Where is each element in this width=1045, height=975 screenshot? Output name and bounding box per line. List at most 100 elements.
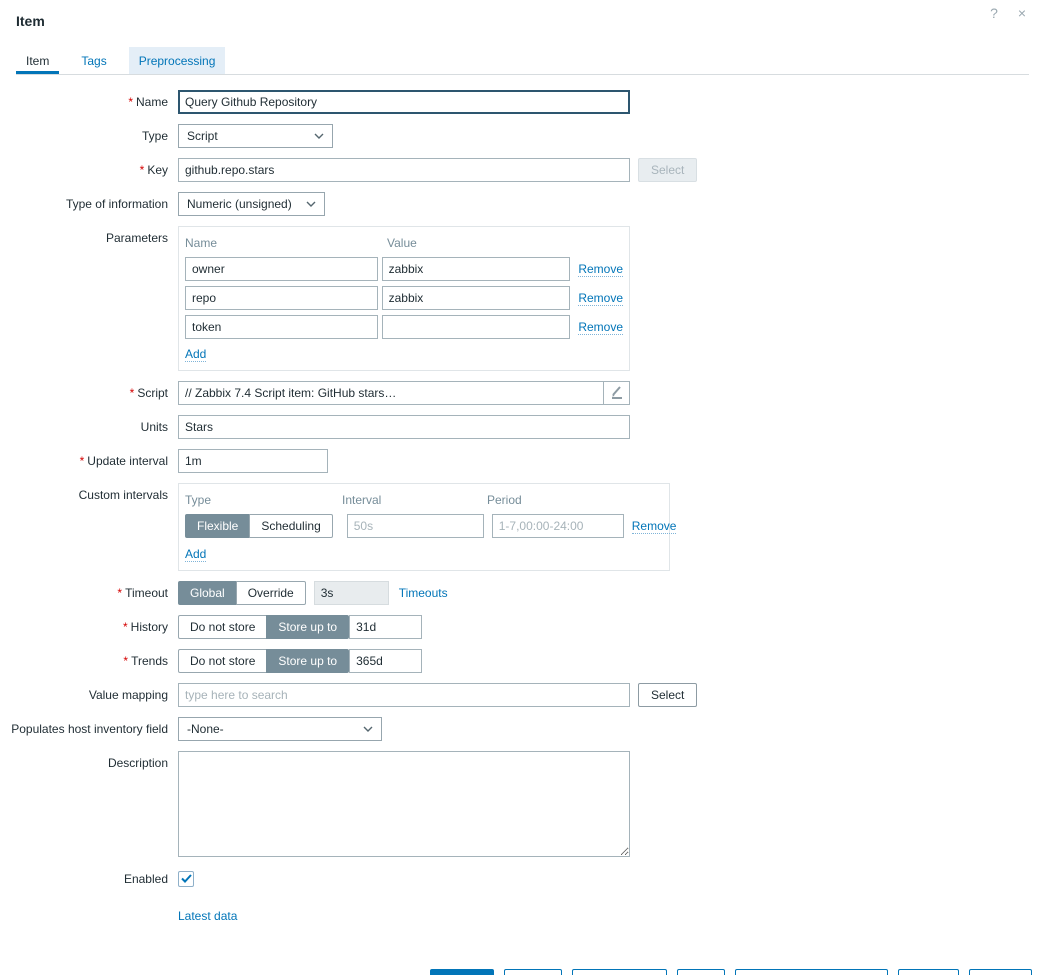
custom-intervals-col-type: Type — [185, 493, 342, 507]
tab-tags[interactable]: Tags — [71, 47, 116, 74]
row-update-interval: *Update interval — [0, 449, 1045, 473]
parameter-remove-link[interactable]: Remove — [578, 320, 623, 335]
required-mark: * — [130, 386, 135, 400]
parameter-row: Remove — [185, 315, 623, 339]
parameters-col-name: Name — [185, 236, 383, 250]
timeouts-link[interactable]: Timeouts — [399, 581, 448, 605]
execute-now-button[interactable]: Execute now — [572, 969, 667, 975]
test-button[interactable]: Test — [677, 969, 725, 975]
type-select[interactable]: Script — [178, 124, 333, 148]
row-parameters: Parameters Name Value Remove Remove Remo… — [0, 226, 1045, 371]
parameters-add-link[interactable]: Add — [185, 347, 206, 362]
parameter-remove-link[interactable]: Remove — [578, 262, 623, 277]
custom-intervals-col-interval: Interval — [342, 493, 487, 507]
history-label: History — [131, 620, 168, 634]
parameter-value-input[interactable] — [382, 286, 571, 310]
item-form: *Name Type Script *Key Select Type of in… — [0, 90, 1045, 923]
row-custom-intervals: Custom intervals Type Interval Period Fl… — [0, 483, 1045, 571]
flexible-toggle[interactable]: Flexible — [185, 514, 250, 538]
custom-intervals-label: Custom intervals — [79, 488, 168, 502]
populates-host-inventory-field-select[interactable]: -None- — [178, 717, 382, 741]
latest-data-link[interactable]: Latest data — [178, 909, 237, 923]
delete-button[interactable]: Delete — [898, 969, 959, 975]
parameters-table: Name Value Remove Remove Remove Add — [178, 226, 630, 371]
clear-history-and-trends-button[interactable]: Clear history and trends — [735, 969, 888, 975]
key-label: Key — [147, 163, 168, 177]
parameter-value-input[interactable] — [382, 315, 571, 339]
description-textarea[interactable] — [178, 751, 630, 857]
units-input[interactable] — [178, 415, 630, 439]
custom-interval-period-input[interactable] — [492, 514, 624, 538]
enabled-checkbox[interactable] — [178, 871, 194, 887]
required-mark: * — [117, 586, 122, 600]
custom-intervals-add-link[interactable]: Add — [185, 547, 206, 562]
populates-host-inventory-field-value: -None- — [187, 722, 224, 736]
script-field — [178, 381, 630, 405]
chevron-down-icon — [314, 133, 324, 139]
trends-label: Trends — [131, 654, 168, 668]
name-label: Name — [136, 95, 168, 109]
tab-preprocessing[interactable]: Preprocessing — [129, 47, 226, 74]
key-input[interactable] — [178, 158, 630, 182]
history-do-not-store-toggle[interactable]: Do not store — [178, 615, 267, 639]
name-input[interactable] — [178, 90, 630, 114]
parameter-row: Remove — [185, 257, 623, 281]
row-description: Description — [0, 751, 1045, 857]
dialog-header: Item ? × — [0, 0, 1045, 41]
custom-interval-interval-input[interactable] — [347, 514, 484, 538]
key-select-button: Select — [638, 158, 697, 182]
description-label: Description — [108, 756, 168, 770]
parameter-name-input[interactable] — [185, 315, 378, 339]
row-latest-data: Latest data — [0, 909, 1045, 923]
timeout-toggle: Global Override — [178, 581, 306, 605]
parameter-value-input[interactable] — [382, 257, 571, 281]
parameters-col-value: Value — [387, 236, 581, 250]
required-mark: * — [128, 95, 133, 109]
value-mapping-label: Value mapping — [89, 688, 168, 702]
trends-do-not-store-toggle[interactable]: Do not store — [178, 649, 267, 673]
cancel-button[interactable]: Cancel — [969, 969, 1032, 975]
populates-host-inventory-field-label: Populates host inventory field — [11, 722, 168, 736]
custom-interval-remove-link[interactable]: Remove — [632, 519, 677, 534]
custom-intervals-col-period: Period — [487, 493, 522, 507]
history-value-input[interactable] — [349, 615, 422, 639]
script-input[interactable] — [179, 382, 603, 404]
row-enabled: Enabled — [0, 867, 1045, 891]
parameter-name-input[interactable] — [185, 257, 378, 281]
history-store-up-to-toggle[interactable]: Store up to — [266, 615, 349, 639]
update-interval-input[interactable] — [178, 449, 328, 473]
trends-store-up-to-toggle[interactable]: Store up to — [266, 649, 349, 673]
enabled-label: Enabled — [124, 872, 168, 886]
units-label: Units — [141, 420, 168, 434]
row-name: *Name — [0, 90, 1045, 114]
clone-button[interactable]: Clone — [504, 969, 561, 975]
required-mark: * — [140, 163, 145, 177]
required-mark: * — [123, 620, 128, 634]
close-icon[interactable]: × — [1013, 4, 1031, 22]
row-script: *Script — [0, 381, 1045, 405]
parameter-name-input[interactable] — [185, 286, 378, 310]
trends-value-input[interactable] — [349, 649, 422, 673]
pencil-icon — [610, 385, 624, 402]
scheduling-toggle[interactable]: Scheduling — [249, 514, 332, 538]
row-type: Type Script — [0, 124, 1045, 148]
value-mapping-input[interactable] — [178, 683, 630, 707]
update-button[interactable]: Update — [430, 969, 495, 975]
row-key: *Key Select — [0, 158, 1045, 182]
custom-interval-row: Flexible Scheduling Remove — [185, 514, 663, 538]
tab-item[interactable]: Item — [16, 47, 59, 74]
timeout-override-toggle[interactable]: Override — [236, 581, 306, 605]
value-mapping-select-button[interactable]: Select — [638, 683, 697, 707]
script-edit-button[interactable] — [603, 382, 629, 404]
required-mark: * — [80, 454, 85, 468]
type-label: Type — [142, 129, 168, 143]
checkmark-icon — [181, 872, 192, 886]
help-icon[interactable]: ? — [985, 4, 1003, 22]
parameters-label: Parameters — [106, 231, 168, 245]
row-value-mapping: Value mapping Select — [0, 683, 1045, 707]
parameter-remove-link[interactable]: Remove — [578, 291, 623, 306]
type-of-information-select[interactable]: Numeric (unsigned) — [178, 192, 325, 216]
type-select-value: Script — [187, 129, 218, 143]
timeout-global-toggle[interactable]: Global — [178, 581, 237, 605]
history-toggle: Do not store Store up to — [178, 615, 349, 639]
